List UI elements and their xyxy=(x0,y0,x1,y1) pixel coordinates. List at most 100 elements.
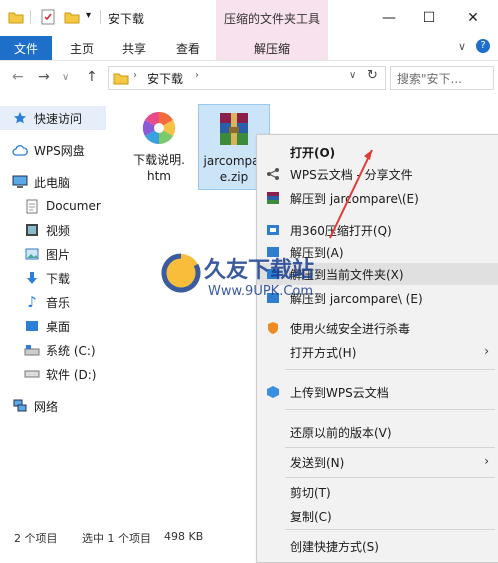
system-drive-icon xyxy=(24,342,40,358)
tab-view[interactable]: 查看 xyxy=(176,40,200,57)
sidebar-item-label: 网络 xyxy=(34,399,59,414)
sidebar-item-music[interactable]: ♪ 音乐 xyxy=(0,290,106,314)
menu-item-label: 使用火绒安全进行杀毒 xyxy=(290,321,411,336)
network-icon xyxy=(12,398,28,414)
picture-icon xyxy=(24,246,40,262)
file-name: 下载说明. xyxy=(133,153,185,167)
menu-item-create-shortcut[interactable]: 创建快捷方式(S) xyxy=(257,535,498,557)
maximize-button[interactable]: ☐ xyxy=(408,0,450,36)
search-input[interactable]: 搜索"安下... xyxy=(390,66,494,90)
menu-item-huorong-scan[interactable]: 使用火绒安全进行杀毒 xyxy=(257,317,498,339)
divider xyxy=(30,10,31,24)
file-item[interactable]: 下载说明. htm xyxy=(124,108,194,184)
chevron-down-icon[interactable]: ∨ xyxy=(349,70,356,81)
star-icon xyxy=(12,110,28,126)
window-title: 安下载 xyxy=(108,12,145,26)
sidebar-item-drive-d[interactable]: 软件 (D:) xyxy=(0,362,106,386)
menu-item-label: 复制(C) xyxy=(290,509,332,524)
breadcrumb[interactable]: 安下载 xyxy=(147,70,183,87)
selected-size: 498 KB xyxy=(164,530,204,543)
folder-icon[interactable] xyxy=(8,9,24,25)
sidebar-item-label: 系统 (C:) xyxy=(46,343,96,358)
menu-item-restore-versions[interactable]: 还原以前的版本(V) xyxy=(257,421,498,443)
sidebar-item-wps-drive[interactable]: WPS网盘 xyxy=(0,138,106,162)
winrar-icon xyxy=(265,190,281,206)
menu-item-upload-wps[interactable]: 上传到WPS云文档 xyxy=(257,381,498,403)
share-icon xyxy=(265,166,281,182)
tab-share[interactable]: 共享 xyxy=(122,40,146,57)
compressed-folder-tools-tab[interactable]: 压缩的文件夹工具 xyxy=(216,0,328,36)
menu-item-label: 上传到WPS云文档 xyxy=(290,385,389,400)
up-icon[interactable]: ↑ xyxy=(86,69,98,85)
archive-360-icon xyxy=(265,222,281,238)
search-placeholder: 搜索"安下... xyxy=(397,72,462,86)
annotation-arrow-icon xyxy=(329,149,373,239)
new-folder-icon[interactable] xyxy=(64,9,80,25)
huorong-shield-icon xyxy=(265,320,281,336)
watermark-brand: 久友下载站 xyxy=(204,258,315,283)
help-icon[interactable]: ? xyxy=(476,39,490,53)
menu-separator xyxy=(285,447,495,448)
sidebar-item-drive-c[interactable]: 系统 (C:) xyxy=(0,338,106,362)
sidebar-item-quick-access[interactable]: 快速访问 xyxy=(0,106,106,130)
minimize-button[interactable]: — xyxy=(368,0,410,36)
forward-icon[interactable]: → xyxy=(38,69,50,85)
sidebar-item-label: 快速访问 xyxy=(34,111,83,126)
tab-home[interactable]: 主页 xyxy=(70,40,94,57)
chevron-right-icon[interactable]: › xyxy=(133,70,137,81)
video-icon xyxy=(24,222,40,238)
menu-item-send-to[interactable]: 发送到(N) › xyxy=(257,451,498,473)
recent-locations-icon[interactable]: ∨ xyxy=(62,72,69,83)
sidebar-item-label: 图片 xyxy=(46,247,71,262)
chevron-right-icon: › xyxy=(484,454,489,468)
music-note-icon: ♪ xyxy=(27,293,37,311)
tool-tab-label: 压缩的文件夹工具 xyxy=(224,12,321,26)
sidebar-item-videos[interactable]: 视频 xyxy=(0,218,106,242)
sidebar-item-downloads[interactable]: 下载 xyxy=(0,266,106,290)
sidebar-item-documents[interactable]: Documer xyxy=(0,194,106,218)
menu-item-label: 剪切(T) xyxy=(290,485,331,500)
refresh-icon[interactable]: ↻ xyxy=(367,68,378,83)
menu-separator xyxy=(285,369,495,370)
sidebar-item-this-pc[interactable]: 此电脑 xyxy=(0,170,106,194)
computer-icon xyxy=(12,174,28,190)
chevron-right-icon[interactable]: › xyxy=(195,70,199,81)
menu-item-cut[interactable]: 剪切(T) xyxy=(257,481,498,503)
cloud-icon xyxy=(12,142,28,158)
menu-item-label: 打开方式(H) xyxy=(290,345,357,360)
file-extension: htm xyxy=(147,169,171,183)
menu-item-label: 发送到(N) xyxy=(290,455,345,470)
sidebar-item-label: 下载 xyxy=(46,271,71,286)
divider xyxy=(100,10,101,24)
title-bar: ▾ 安下载 压缩的文件夹工具 — ☐ ✕ xyxy=(0,0,498,36)
menu-separator xyxy=(285,529,495,530)
desktop-icon xyxy=(24,318,40,334)
menu-separator xyxy=(285,477,495,478)
menu-item-label: 还原以前的版本(V) xyxy=(290,425,392,440)
tab-file[interactable]: 文件 xyxy=(0,36,52,60)
sidebar-item-desktop[interactable]: 桌面 xyxy=(0,314,106,338)
address-bar[interactable]: › 安下载 › ∨ ↻ xyxy=(108,66,386,90)
back-icon[interactable]: ← xyxy=(12,69,24,85)
menu-item-open-with[interactable]: 打开方式(H) › xyxy=(257,341,498,363)
collapse-ribbon-icon[interactable]: ∨ xyxy=(458,40,466,53)
wps-cloud-box-icon xyxy=(265,384,281,400)
sidebar-item-label: 音乐 xyxy=(46,295,71,310)
menu-item-copy[interactable]: 复制(C) xyxy=(257,505,498,527)
sidebar-item-label: WPS网盘 xyxy=(34,143,85,158)
sidebar-item-pictures[interactable]: 图片 xyxy=(0,242,106,266)
close-button[interactable]: ✕ xyxy=(452,0,494,36)
item-count: 2 个项目 xyxy=(14,532,58,545)
sidebar-item-label: 此电脑 xyxy=(34,175,71,190)
document-icon xyxy=(24,198,40,214)
quick-access-dropdown-icon[interactable]: ▾ xyxy=(86,10,91,21)
folder-icon xyxy=(113,70,129,89)
sidebar-item-network[interactable]: 网络 xyxy=(0,394,106,418)
tab-extract[interactable]: 解压缩 xyxy=(254,40,290,57)
sidebar-item-label: 桌面 xyxy=(46,319,71,334)
selected-count: 选中 1 个项目 xyxy=(82,532,151,545)
sidebar-item-label: Documer xyxy=(46,199,101,213)
colorful-app-icon xyxy=(139,108,179,148)
menu-item-label: 创建快捷方式(S) xyxy=(290,539,379,554)
properties-icon[interactable] xyxy=(40,9,56,25)
